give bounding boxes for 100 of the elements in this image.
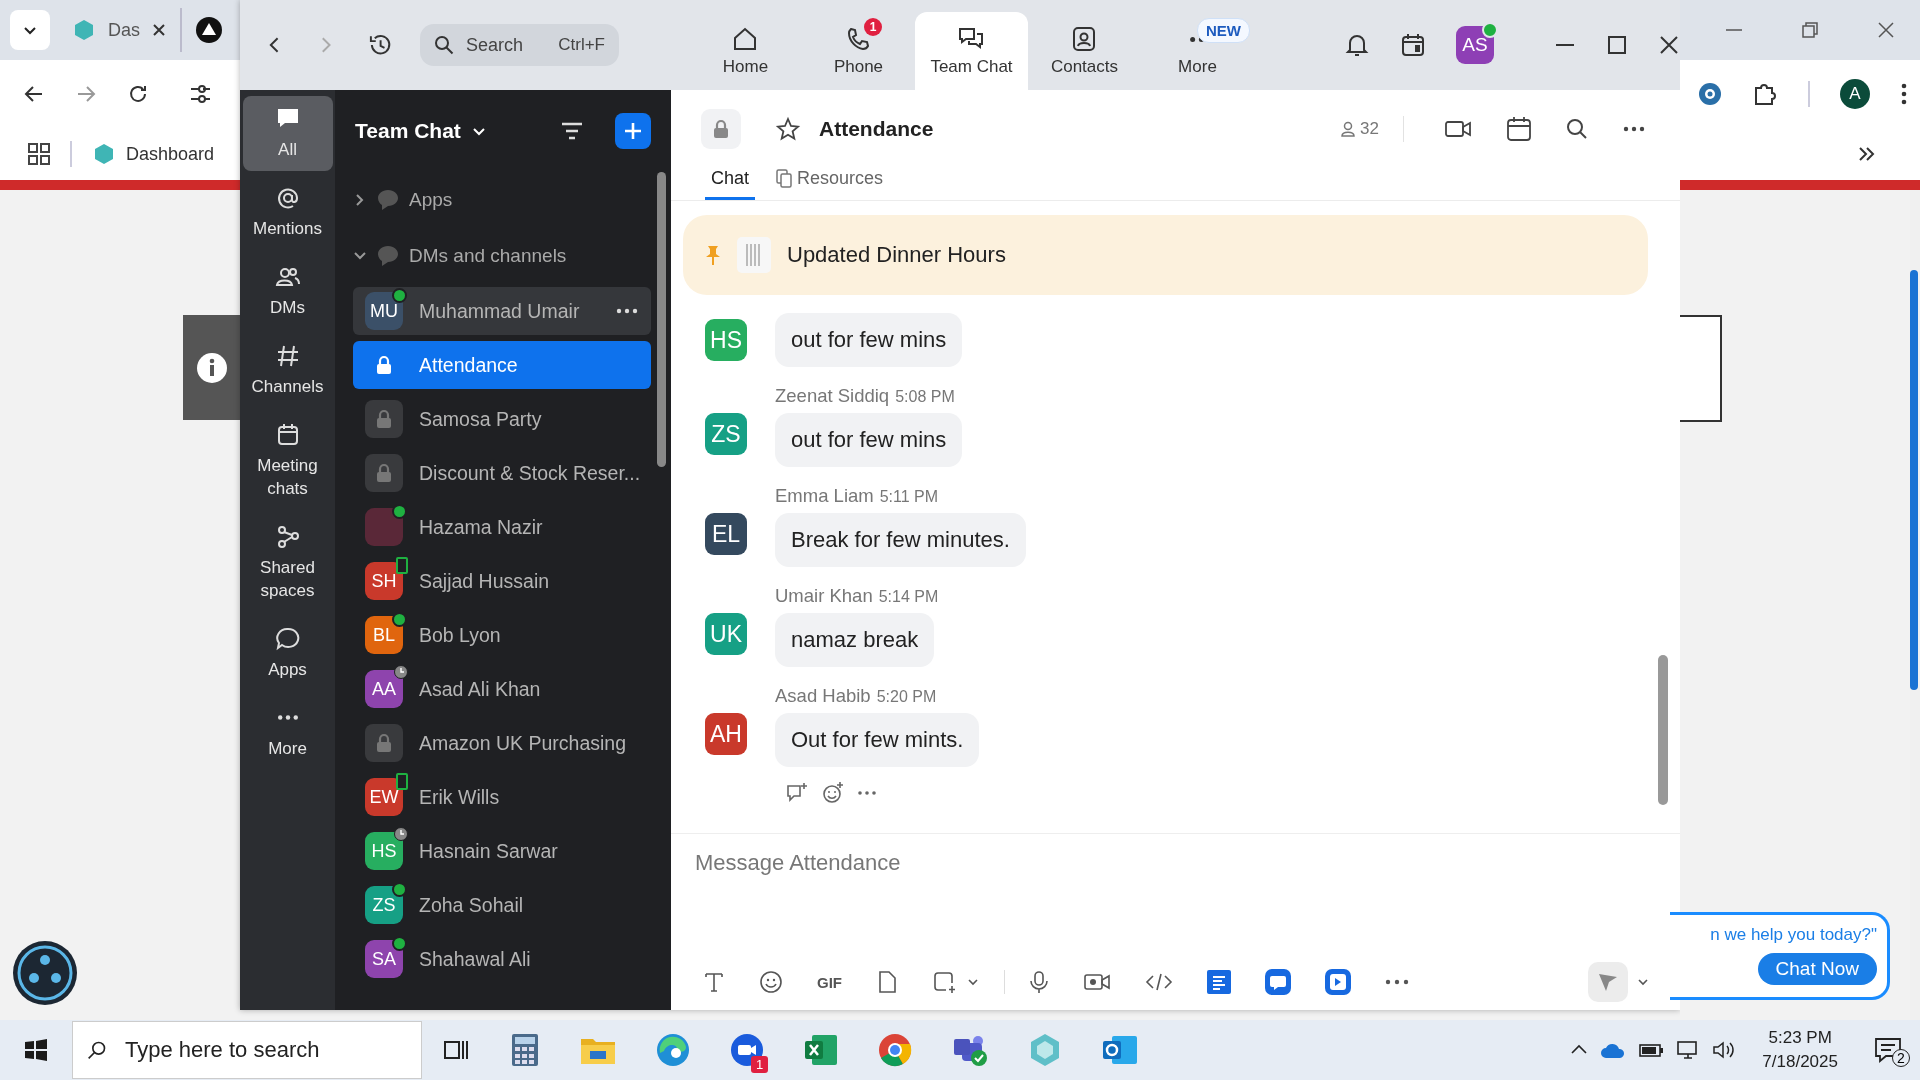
- avatar[interactable]: EL: [705, 513, 747, 555]
- menu-icon[interactable]: [1900, 82, 1908, 106]
- battery-icon[interactable]: [1638, 1041, 1665, 1059]
- rail-item[interactable]: Apps: [242, 616, 333, 691]
- scrollbar[interactable]: [1658, 655, 1668, 805]
- search-box[interactable]: Search Ctrl+F: [419, 24, 619, 66]
- video-icon[interactable]: [1444, 118, 1472, 140]
- sender-name[interactable]: Umair Khan: [775, 585, 873, 607]
- more-icon[interactable]: [615, 307, 639, 315]
- spreadsheet-icon[interactable]: [804, 1034, 838, 1066]
- panel-title[interactable]: Team Chat: [355, 119, 461, 143]
- list-app-icon[interactable]: [1207, 970, 1231, 994]
- clock-time[interactable]: 5:23 PM: [1768, 1026, 1832, 1050]
- chat-tab[interactable]: Resources: [769, 168, 890, 200]
- scrollbar[interactable]: [656, 172, 666, 467]
- rail-item[interactable]: Shared spaces: [242, 514, 333, 612]
- apps-grid-icon[interactable]: [28, 143, 50, 165]
- reply-icon[interactable]: [785, 781, 809, 805]
- text-format-icon[interactable]: [703, 971, 725, 993]
- user-avatar[interactable]: AS: [1456, 26, 1494, 64]
- teams-icon[interactable]: [952, 1033, 988, 1067]
- emoji-icon[interactable]: [759, 970, 783, 994]
- calendar-icon[interactable]: [1400, 32, 1426, 58]
- chat-list-item[interactable]: HS Hasnain Sarwar: [353, 827, 651, 875]
- search-field[interactable]: Search: [463, 33, 548, 57]
- nav-tab[interactable]: 1 Phone: [802, 12, 915, 90]
- star-icon[interactable]: [775, 116, 801, 142]
- screenshot-icon[interactable]: [932, 970, 958, 994]
- chat-tab[interactable]: Chat: [705, 168, 756, 200]
- chevrons-icon[interactable]: [1858, 146, 1876, 162]
- puzzle-icon[interactable]: [1752, 81, 1778, 107]
- chat-list-item[interactable]: Amazon UK Purchasing: [353, 719, 651, 767]
- search-icon[interactable]: [1566, 118, 1588, 140]
- nav-tab[interactable]: NEW More: [1141, 12, 1254, 90]
- send-button[interactable]: [1588, 962, 1628, 1002]
- pinned-message[interactable]: Updated Dinner Hours: [683, 215, 1648, 295]
- add-reaction-icon[interactable]: [821, 781, 845, 805]
- volume-icon[interactable]: [1712, 1040, 1737, 1060]
- taskbar-search-field[interactable]: Type here to search: [123, 1036, 407, 1064]
- nav-tab[interactable]: Home: [689, 12, 802, 90]
- gif-button[interactable]: GIF: [817, 973, 842, 991]
- section-header[interactable]: DMs and channels: [353, 228, 651, 284]
- chat-list-item[interactable]: EW Erik Wills: [353, 773, 651, 821]
- profile-avatar[interactable]: A: [1840, 79, 1870, 109]
- maximize-icon[interactable]: [1606, 34, 1628, 56]
- chat-list-item[interactable]: MU Muhammad Umair: [353, 287, 651, 335]
- scrollbar[interactable]: [1910, 270, 1918, 690]
- more-icon[interactable]: [1385, 979, 1409, 985]
- members-count[interactable]: 32: [1340, 119, 1379, 139]
- search-box[interactable]: Type here to search: [72, 1021, 422, 1079]
- chat-list-item[interactable]: AA Asad Ali Khan: [353, 665, 651, 713]
- more-icon[interactable]: [857, 790, 877, 796]
- sender-name[interactable]: Zeenat Siddiq: [775, 385, 890, 407]
- rail-item[interactable]: Mentions: [242, 175, 333, 250]
- code-icon[interactable]: [1145, 971, 1173, 993]
- rail-item[interactable]: DMs: [242, 254, 333, 329]
- bell-icon[interactable]: [1344, 32, 1370, 58]
- video-message-icon[interactable]: [1083, 971, 1111, 993]
- nav-tab[interactable]: Contacts: [1028, 12, 1141, 90]
- sender-name[interactable]: Asad Habib: [775, 685, 871, 707]
- new-chat-button[interactable]: [615, 113, 651, 149]
- close-icon[interactable]: [152, 23, 166, 37]
- chat-list-item[interactable]: ZS Zoha Sohail: [353, 881, 651, 929]
- rail-item[interactable]: Channels: [242, 333, 333, 408]
- accessibility-icon[interactable]: [12, 940, 78, 1006]
- sender-name[interactable]: Emma Liam: [775, 485, 874, 507]
- nav-tab[interactable]: Team Chat: [915, 12, 1028, 90]
- calculator-icon[interactable]: [510, 1033, 540, 1067]
- rail-item[interactable]: Meeting chats: [242, 412, 333, 510]
- cloud-icon[interactable]: [1600, 1041, 1627, 1059]
- info-icon[interactable]: [195, 351, 228, 384]
- chat-list-item[interactable]: Samosa Party: [353, 395, 651, 443]
- avatar[interactable]: AH: [705, 713, 747, 755]
- clock-date[interactable]: 7/18/2025: [1762, 1050, 1838, 1074]
- restore-icon[interactable]: [1800, 20, 1820, 40]
- rail-item[interactable]: More: [242, 695, 333, 770]
- chat-list-item[interactable]: SH Sajjad Hussain: [353, 557, 651, 605]
- section-header[interactable]: Apps: [353, 172, 651, 228]
- chat-app-icon[interactable]: [1265, 969, 1291, 995]
- outlook-icon[interactable]: [1102, 1034, 1138, 1066]
- calendar-icon[interactable]: [1506, 116, 1532, 142]
- edge-browser-icon[interactable]: [656, 1033, 690, 1067]
- play-app-icon[interactable]: [1325, 969, 1351, 995]
- chat-list-item[interactable]: SA Shahawal Ali: [353, 935, 651, 983]
- chat-list-item[interactable]: BL Bob Lyon: [353, 611, 651, 659]
- chat-now-button[interactable]: Chat Now: [1757, 953, 1877, 985]
- notifications-icon[interactable]: [1874, 1037, 1902, 1063]
- close-icon[interactable]: [1876, 20, 1896, 40]
- chat-list-item[interactable]: Hazama Nazir: [353, 503, 651, 551]
- more-icon[interactable]: [1622, 125, 1646, 133]
- file-icon[interactable]: [876, 970, 898, 994]
- chat-list-item[interactable]: Attendance: [353, 341, 651, 389]
- close-icon[interactable]: [1658, 34, 1680, 56]
- microphone-icon[interactable]: [1029, 970, 1049, 994]
- chat-list-item[interactable]: Discount & Stock Reser...: [353, 449, 651, 497]
- rail-item[interactable]: All: [242, 96, 333, 171]
- chrome-icon[interactable]: [878, 1033, 912, 1067]
- extension-icon[interactable]: [1698, 82, 1722, 106]
- bookmark-link[interactable]: Dashboard: [92, 142, 215, 166]
- windows-start-icon[interactable]: [24, 1038, 48, 1062]
